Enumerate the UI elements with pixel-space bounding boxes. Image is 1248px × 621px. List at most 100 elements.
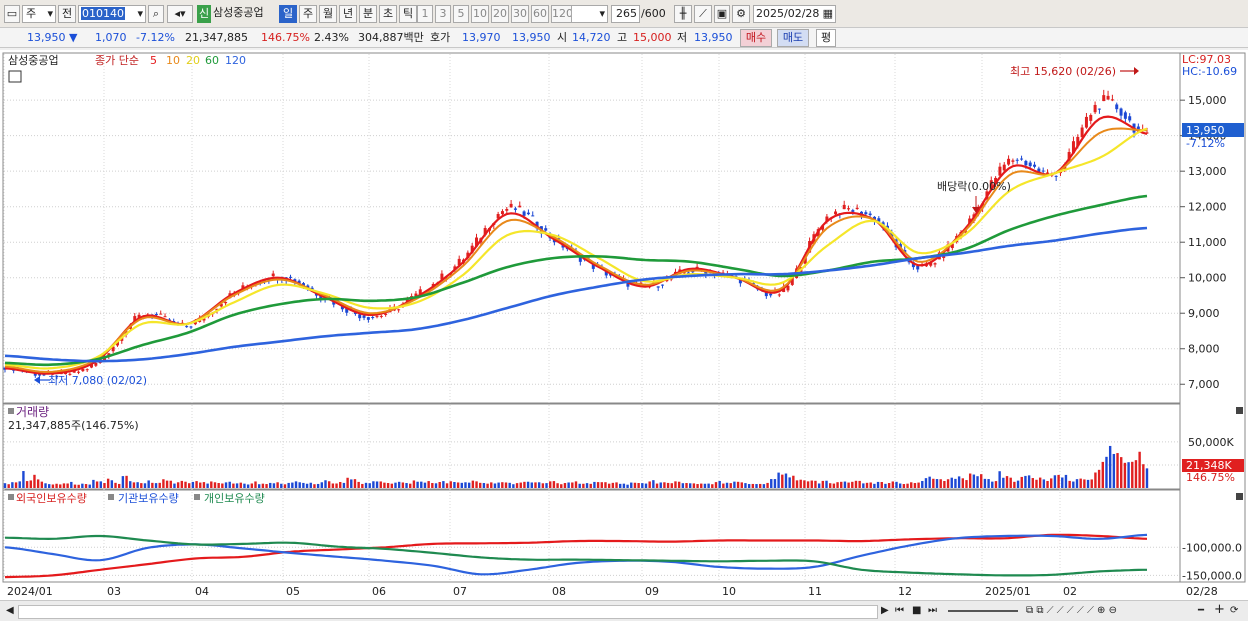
- minute-5[interactable]: 5: [453, 5, 469, 23]
- volume-bar: [409, 483, 412, 488]
- save-icon[interactable]: ▣: [714, 5, 730, 23]
- volume-bar: [880, 482, 883, 488]
- minute-60[interactable]: 60: [531, 5, 549, 23]
- minute-1[interactable]: 1: [417, 5, 433, 23]
- buy-button[interactable]: 매수: [740, 29, 772, 47]
- volume-bar: [943, 480, 946, 488]
- minute-120[interactable]: 120: [551, 5, 573, 23]
- search-icon[interactable]: ⌕: [148, 5, 164, 23]
- tab-1[interactable]: 주: [299, 5, 317, 23]
- volume-bar: [99, 481, 102, 488]
- candle-body: [77, 371, 81, 373]
- sell-button[interactable]: 매도: [777, 29, 809, 47]
- volume-bar: [1075, 479, 1079, 488]
- grid-toggle-icon[interactable]: [8, 70, 22, 83]
- volume-bar: [884, 483, 887, 488]
- panel-close-icon[interactable]: [1236, 493, 1243, 500]
- last-icon[interactable]: ⏭: [928, 605, 937, 616]
- draw-tool-icon[interactable]: ⟋: [694, 5, 712, 23]
- volume-bar: [29, 480, 32, 488]
- x-tick-label: 05: [286, 585, 300, 598]
- panel-menu-icon[interactable]: [194, 494, 200, 500]
- panel-close-icon[interactable]: [1236, 407, 1243, 414]
- volume-bar: [766, 482, 769, 488]
- volume-bar: [983, 478, 987, 488]
- minute-20[interactable]: 20: [491, 5, 509, 23]
- volume-bar: [836, 482, 839, 488]
- scroll-right-icon[interactable]: ▶: [881, 605, 889, 616]
- volume-bar: [626, 484, 629, 488]
- candle-body: [1119, 108, 1123, 116]
- minute-30[interactable]: 30: [511, 5, 529, 23]
- date-input[interactable]: 2025/02/28 ▦: [753, 5, 836, 23]
- volume-bar: [92, 479, 95, 488]
- quote-line: 13,950 ▼ 1,070 -7.12% 21,347,885 146.75%…: [0, 28, 1248, 48]
- volume-bar: [70, 481, 73, 488]
- zoom-out-icon[interactable]: ━: [1198, 605, 1204, 616]
- tab-5[interactable]: 초: [379, 5, 397, 23]
- volume-bar: [342, 482, 346, 488]
- x-tick-label: 08: [552, 585, 566, 598]
- sound-icon[interactable]: ◂▾: [167, 5, 193, 23]
- volume-bar: [674, 481, 677, 488]
- first-icon[interactable]: ⏮: [895, 605, 904, 616]
- tab-6[interactable]: 틱: [399, 5, 417, 23]
- volume-bar: [659, 482, 662, 488]
- period-select[interactable]: 주 ▾: [22, 5, 56, 23]
- volume-bar: [445, 483, 449, 488]
- volume-ratio: 146.75%: [261, 31, 310, 44]
- scroll-left-icon[interactable]: ◀: [6, 605, 14, 616]
- chart-area[interactable]: 15,00014,00013,00012,00011,00010,0009,00…: [0, 50, 1248, 600]
- x-tick-label: 02/28: [1186, 585, 1218, 598]
- volume-bar: [1127, 462, 1130, 488]
- volume-bar: [158, 482, 161, 488]
- zoom-slider[interactable]: [948, 610, 1018, 612]
- volume-bar: [1097, 469, 1101, 488]
- panel-menu-icon[interactable]: [8, 408, 14, 414]
- panel-menu-icon[interactable]: [8, 494, 14, 500]
- volume-bar: [1057, 474, 1060, 488]
- tab-3[interactable]: 년: [339, 5, 357, 23]
- volume-bar: [692, 483, 696, 488]
- layout-icon[interactable]: ▭: [4, 5, 20, 23]
- volume-bar: [471, 480, 475, 488]
- volume-bar: [423, 482, 427, 488]
- prev-button[interactable]: 전: [58, 5, 76, 23]
- volume-bar: [217, 483, 220, 488]
- count-input[interactable]: 265: [611, 5, 640, 23]
- current-price: 13,950 ▼: [27, 31, 78, 44]
- volume-bar: [814, 480, 817, 488]
- eval-button[interactable]: 평: [816, 29, 836, 47]
- volume-bar: [1024, 475, 1027, 488]
- volume-bar: [747, 484, 751, 488]
- volume-bar: [224, 482, 228, 488]
- scroll-bar[interactable]: ◀ ▶ ⏮ ■ ⏭ ⧉ ⧉ ⟋ ⟋ ⟋ ⟋ ⟋ ⊕ ⊖ ━ + ⟳: [0, 600, 1248, 621]
- volume-bar: [630, 482, 633, 488]
- stop-icon[interactable]: ■: [912, 605, 921, 616]
- volume-bar: [118, 483, 121, 488]
- stock-code-input[interactable]: 010140 ▾: [78, 5, 146, 23]
- chart-svg[interactable]: 15,00014,00013,00012,00011,00010,0009,00…: [0, 50, 1248, 600]
- tab-4[interactable]: 분: [359, 5, 377, 23]
- scroll-track[interactable]: [18, 605, 878, 619]
- volume-bar: [773, 479, 777, 488]
- reset-icon[interactable]: ⟳: [1230, 605, 1238, 616]
- candle-body: [1011, 160, 1015, 162]
- panel-menu-icon[interactable]: [108, 494, 114, 500]
- tab-0[interactable]: 일: [279, 5, 297, 23]
- x-tick-label: 04: [195, 585, 209, 598]
- volume-bar: [335, 483, 338, 488]
- volume-bar: [817, 483, 821, 488]
- candle-type-icon[interactable]: ╫: [674, 5, 692, 23]
- minute-custom-select[interactable]: ▾: [571, 5, 608, 23]
- tool-icons[interactable]: ⧉ ⧉ ⟋ ⟋ ⟋ ⟋ ⟋ ⊕ ⊖: [1026, 605, 1117, 616]
- legend-ma10: 10: [166, 54, 180, 67]
- zoom-in-icon[interactable]: +: [1214, 602, 1225, 617]
- volume-bar: [169, 480, 172, 488]
- volume-bar: [14, 482, 18, 488]
- tab-2[interactable]: 월: [319, 5, 337, 23]
- minute-3[interactable]: 3: [435, 5, 451, 23]
- volume-bar: [1138, 451, 1141, 488]
- minute-10[interactable]: 10: [471, 5, 489, 23]
- gear-icon[interactable]: ⚙: [732, 5, 750, 23]
